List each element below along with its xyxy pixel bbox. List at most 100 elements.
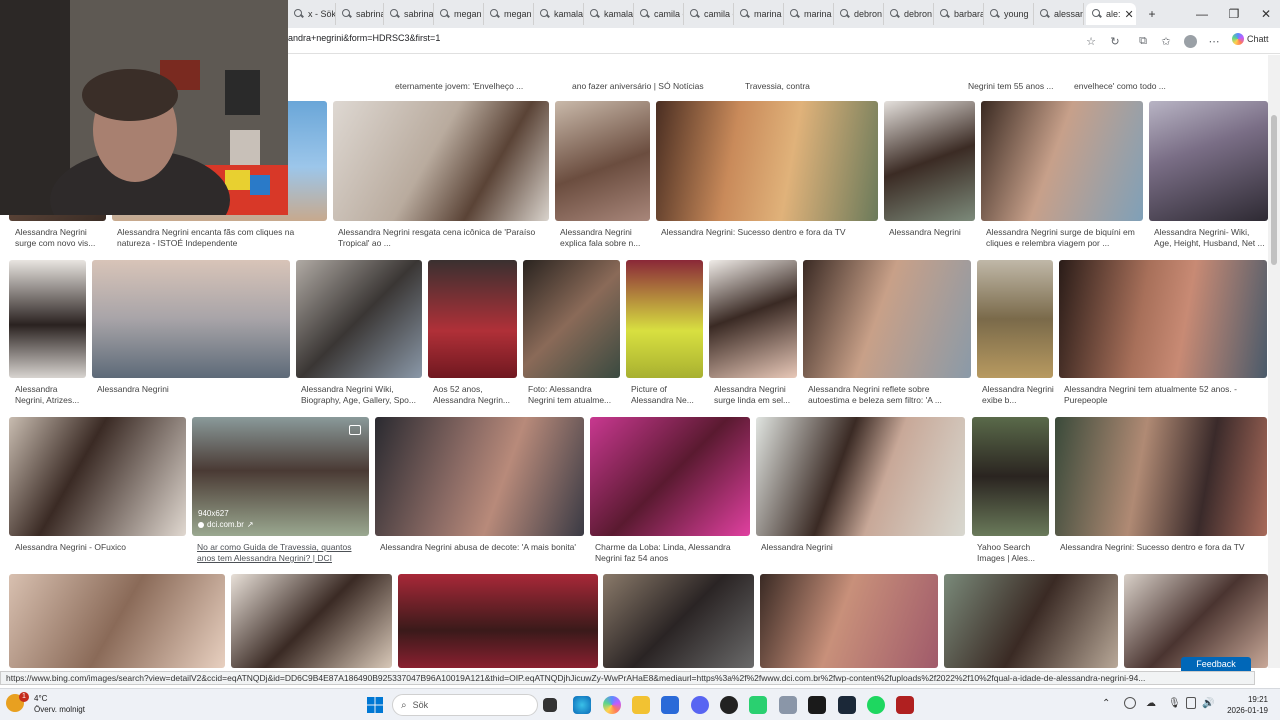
result-caption[interactable]: Alessandra Negrini resgata cena icônica … bbox=[338, 227, 543, 249]
result-caption[interactable]: Alessandra Negrini Wiki, Biography, Age,… bbox=[301, 384, 421, 406]
copilot-button[interactable]: Chatt bbox=[1232, 33, 1269, 45]
github-icon[interactable] bbox=[720, 696, 738, 714]
result-caption[interactable]: Alessandra Negrini, Atrizes... bbox=[15, 384, 87, 406]
tab[interactable]: alessan bbox=[1034, 3, 1084, 25]
result-caption[interactable]: Alessandra Negrini bbox=[761, 542, 961, 564]
volume-icon[interactable]: 🔊 bbox=[1202, 698, 1214, 709]
result-thumbnail[interactable] bbox=[375, 417, 584, 536]
result-thumbnail[interactable] bbox=[398, 574, 598, 668]
result-caption[interactable]: Alessandra Negrini surge com novo vis... bbox=[15, 227, 105, 249]
more-menu-icon[interactable]: ⋯ bbox=[1206, 33, 1222, 49]
result-thumbnail[interactable] bbox=[1055, 417, 1267, 536]
tab[interactable]: kamala bbox=[584, 3, 634, 25]
favorites-icon[interactable]: ✩ bbox=[1158, 33, 1174, 49]
windows-start-icon[interactable] bbox=[366, 696, 384, 714]
profile-icon[interactable] bbox=[1182, 33, 1198, 49]
result-thumbnail[interactable] bbox=[1124, 574, 1268, 668]
task-view-icon[interactable] bbox=[543, 698, 557, 712]
result-thumbnail[interactable] bbox=[523, 260, 620, 378]
result-thumbnail[interactable] bbox=[626, 260, 703, 378]
result-thumbnail-hovered[interactable]: 940x627 dci.com.br ↗ bbox=[192, 417, 369, 536]
settings-icon[interactable] bbox=[779, 696, 797, 714]
app-icon[interactable] bbox=[749, 696, 767, 714]
result-caption[interactable]: Alessandra Negrini bbox=[97, 384, 287, 406]
favorite-star-icon[interactable]: ☆ bbox=[1083, 33, 1099, 49]
tab[interactable]: barbara bbox=[934, 3, 984, 25]
tab[interactable]: camila c bbox=[634, 3, 684, 25]
result-caption[interactable]: eternamente jovem: 'Envelheço ... bbox=[395, 81, 535, 92]
result-thumbnail[interactable] bbox=[428, 260, 517, 378]
visual-search-icon[interactable] bbox=[349, 425, 361, 435]
result-thumbnail[interactable] bbox=[1149, 101, 1268, 221]
result-thumbnail[interactable] bbox=[9, 574, 225, 668]
result-caption[interactable]: Foto: Alessandra Negrini tem atualme... bbox=[528, 384, 620, 406]
close-window-icon[interactable]: ✕ bbox=[1252, 4, 1280, 24]
result-caption[interactable]: Yahoo Search Images | Ales... bbox=[977, 542, 1049, 564]
result-caption[interactable]: Alessandra Negrini bbox=[889, 227, 974, 249]
result-thumbnail[interactable] bbox=[92, 260, 290, 378]
minimize-icon[interactable]: — bbox=[1188, 4, 1216, 24]
result-thumbnail[interactable] bbox=[803, 260, 971, 378]
result-caption[interactable]: envelhece' como todo ... bbox=[1074, 81, 1194, 92]
tab[interactable]: x - Sök bbox=[288, 3, 336, 25]
result-caption[interactable]: Alessandra Negrini exibe b... bbox=[982, 384, 1054, 406]
result-thumbnail[interactable] bbox=[333, 101, 549, 221]
result-caption[interactable]: Alessandra Negrini surge linda em sel... bbox=[714, 384, 798, 406]
tab[interactable]: sabrina bbox=[336, 3, 384, 25]
result-thumbnail[interactable] bbox=[944, 574, 1118, 668]
clock[interactable]: 19:21 2026-01-19 bbox=[1218, 694, 1268, 716]
store-icon[interactable] bbox=[661, 696, 679, 714]
discord-icon[interactable] bbox=[691, 696, 709, 714]
new-tab-icon[interactable]: + bbox=[1138, 4, 1166, 24]
result-caption[interactable]: Alessandra Negrini - OFuxico bbox=[15, 542, 185, 564]
result-thumbnail[interactable] bbox=[555, 101, 650, 221]
result-caption[interactable]: Aos 52 anos, Alessandra Negrin... bbox=[433, 384, 518, 406]
result-thumbnail[interactable] bbox=[977, 260, 1053, 378]
restore-icon[interactable]: ❐ bbox=[1220, 4, 1248, 24]
result-thumbnail[interactable] bbox=[884, 101, 975, 221]
result-caption[interactable]: ano fazer aniversário | SÓ Notícias bbox=[572, 81, 722, 92]
tab[interactable]: marina bbox=[784, 3, 834, 25]
app-tray-icon[interactable] bbox=[1124, 697, 1136, 709]
tab[interactable]: young bbox=[984, 3, 1034, 25]
result-thumbnail[interactable] bbox=[981, 101, 1143, 221]
tab[interactable]: debron bbox=[834, 3, 884, 25]
result-caption[interactable]: Negrini tem 55 anos ... bbox=[968, 81, 1068, 92]
file-explorer-icon[interactable] bbox=[632, 696, 650, 714]
result-thumbnail[interactable] bbox=[9, 417, 186, 536]
tab[interactable]: megan bbox=[434, 3, 484, 25]
weather-widget[interactable]: 4°C Överv. molnigt bbox=[26, 693, 85, 715]
page-scrollbar[interactable] bbox=[1268, 55, 1280, 668]
result-thumbnail[interactable] bbox=[709, 260, 797, 378]
copilot-app-icon[interactable] bbox=[603, 696, 621, 714]
result-thumbnail[interactable] bbox=[1059, 260, 1267, 378]
result-thumbnail[interactable] bbox=[9, 260, 86, 378]
result-thumbnail[interactable] bbox=[756, 417, 965, 536]
result-caption[interactable]: Alessandra Negrini tem atualmente 52 ano… bbox=[1064, 384, 1264, 406]
result-thumbnail[interactable] bbox=[231, 574, 392, 668]
result-caption[interactable]: Alessandra Negrini explica fala sobre n.… bbox=[560, 227, 648, 249]
result-thumbnail[interactable] bbox=[760, 574, 938, 668]
tab-active[interactable]: ale: ✕ bbox=[1086, 3, 1136, 25]
result-thumbnail[interactable] bbox=[603, 574, 754, 668]
app-icon[interactable] bbox=[896, 696, 914, 714]
result-caption[interactable]: Alessandra Negrini reflete sobre autoest… bbox=[808, 384, 970, 406]
result-caption[interactable]: Charme da Loba: Linda, Alessandra Negrin… bbox=[595, 542, 745, 564]
result-caption[interactable]: Picture of Alessandra Ne... bbox=[631, 384, 703, 406]
url-field[interactable]: andra+negrini&form=HDRSC3&first=1 bbox=[288, 33, 440, 43]
tab[interactable]: sabrina bbox=[384, 3, 434, 25]
result-caption[interactable]: No ar como Guida de Travessia, quantos a… bbox=[197, 542, 367, 564]
result-thumbnail[interactable] bbox=[296, 260, 422, 378]
scrollbar-thumb[interactable] bbox=[1271, 115, 1277, 265]
result-thumbnail[interactable] bbox=[590, 417, 750, 536]
result-caption[interactable]: Alessandra Negrini: Sucesso dentro e for… bbox=[1060, 542, 1265, 564]
tab[interactable]: debron bbox=[884, 3, 934, 25]
taskbar-search[interactable]: ⌕ Sök bbox=[392, 694, 538, 716]
result-caption[interactable]: Alessandra Negrini surge de biquíni em c… bbox=[986, 227, 1142, 249]
feedback-button[interactable]: Feedback bbox=[1181, 657, 1251, 671]
result-caption[interactable]: Alessandra Negrini encanta fãs com cliqu… bbox=[117, 227, 322, 249]
microphone-icon[interactable]: 🎙 bbox=[1168, 698, 1181, 709]
result-caption[interactable]: Alessandra Negrini- Wiki, Age, Height, H… bbox=[1154, 227, 1266, 249]
tab[interactable]: marina bbox=[734, 3, 784, 25]
network-icon[interactable] bbox=[1186, 697, 1196, 709]
